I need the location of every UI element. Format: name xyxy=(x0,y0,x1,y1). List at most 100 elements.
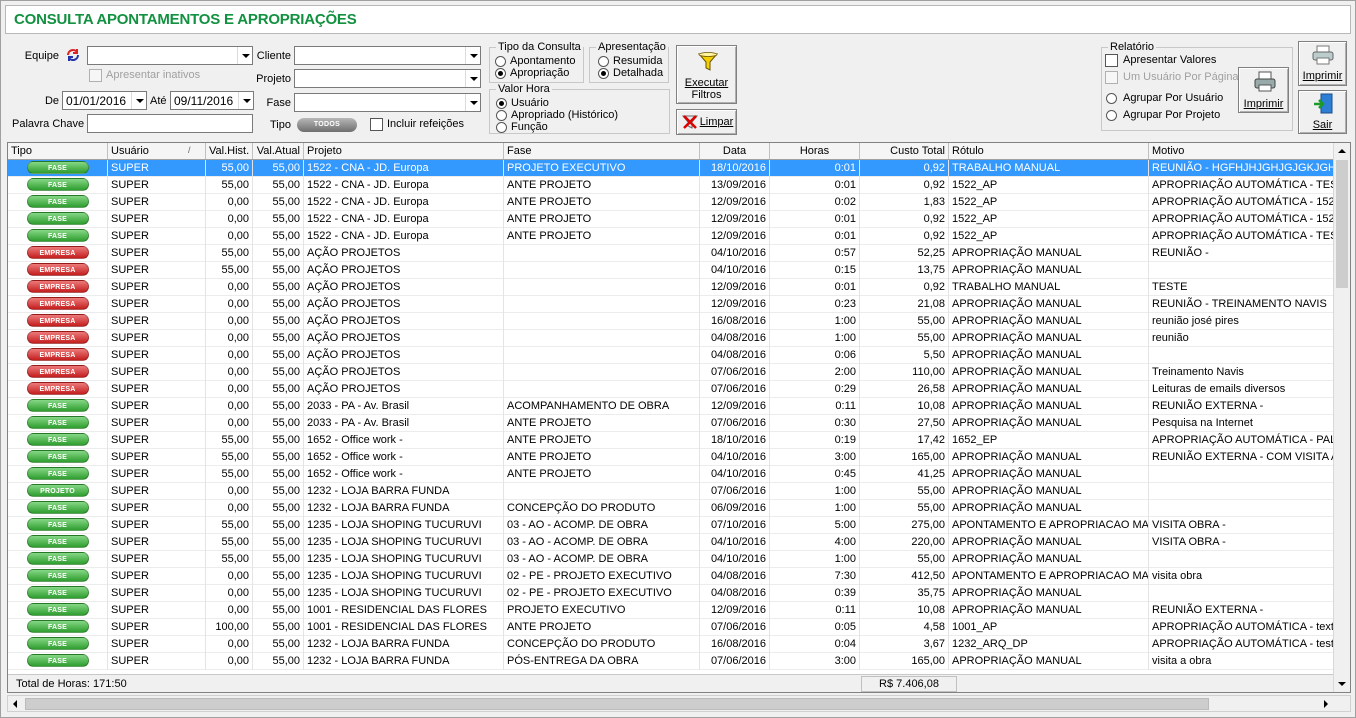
val-hist-cell: 0,00 xyxy=(206,194,253,211)
scroll-left-arrow-icon[interactable] xyxy=(13,700,17,708)
table-row[interactable]: FASE SUPER 100,00 55,00 1001 - RESIDENCIAL D… xyxy=(8,619,1334,636)
fase-cell: ANTE PROJETO xyxy=(504,415,700,432)
um-usuario-checkbox[interactable] xyxy=(1105,71,1118,84)
radio-resumida[interactable] xyxy=(598,56,609,67)
chevron-down-icon[interactable] xyxy=(131,92,146,109)
table-row[interactable]: FASE SUPER 0,00 55,00 1522 - CNA - JD. Europ… xyxy=(8,194,1334,211)
sair-button[interactable]: Sair xyxy=(1298,90,1347,134)
table-row[interactable]: FASE SUPER 55,00 55,00 1652 - Office work -A… xyxy=(8,466,1334,483)
table-row[interactable]: EMPRESA SUPER 0,00 55,00 AÇÃO PROJETOS 12/09/… xyxy=(8,296,1334,313)
radio-usuario[interactable] xyxy=(496,98,507,109)
radio-detalhada[interactable] xyxy=(598,68,609,79)
table-row[interactable]: FASE SUPER 0,00 55,00 1522 - CNA - JD. Europ… xyxy=(8,228,1334,245)
imprimir-button[interactable]: Imprimir xyxy=(1298,41,1347,86)
table-row[interactable]: FASE SUPER 55,00 55,00 1652 - Office work -A… xyxy=(8,449,1334,466)
table-row[interactable]: FASE SUPER 0,00 55,00 1522 - CNA - JD. Europ… xyxy=(8,211,1334,228)
radio-agrupar-projeto[interactable] xyxy=(1106,110,1117,121)
fase-combo[interactable] xyxy=(294,93,481,112)
radio-apropriado[interactable] xyxy=(496,110,507,121)
table-row[interactable]: FASE SUPER 0,00 55,00 1232 - LOJA BARRA FUND… xyxy=(8,653,1334,670)
projeto-cell: AÇÃO PROJETOS xyxy=(304,262,504,279)
table-row[interactable]: EMPRESA SUPER 55,00 55,00 AÇÃO PROJETOS 04/10… xyxy=(8,245,1334,262)
table-row[interactable]: EMPRESA SUPER 0,00 55,00 AÇÃO PROJETOS 16/08/… xyxy=(8,313,1334,330)
projeto-combo[interactable] xyxy=(294,69,481,88)
radio-apropriacao[interactable] xyxy=(495,68,506,79)
val-atual-cell: 55,00 xyxy=(253,517,304,534)
scroll-down-arrow-icon[interactable] xyxy=(1338,682,1346,686)
table-row[interactable]: FASE SUPER 0,00 55,00 1001 - RESIDENCIAL DAS… xyxy=(8,602,1334,619)
chevron-down-icon[interactable] xyxy=(465,47,480,64)
motivo-cell xyxy=(1149,483,1334,500)
radio-agrupar-usuario[interactable] xyxy=(1106,93,1117,104)
date-to-picker[interactable]: 09/11/2016 xyxy=(170,91,254,110)
motivo-cell: REUNIÃO EXTERNA - COM VISITA A xyxy=(1149,449,1334,466)
palavra-chave-input[interactable] xyxy=(87,114,253,133)
column-header-rotulo[interactable]: Rótulo xyxy=(949,143,1149,159)
column-header-val-atual[interactable]: Val.Atual xyxy=(253,143,304,159)
table-row[interactable]: EMPRESA SUPER 0,00 55,00 AÇÃO PROJETOS 07/06/… xyxy=(8,364,1334,381)
projeto-cell: AÇÃO PROJETOS xyxy=(304,279,504,296)
imprimir-relatorio-button[interactable]: Imprimir xyxy=(1238,67,1289,113)
table-row[interactable]: FASE SUPER 55,00 55,00 1652 - Office work -A… xyxy=(8,432,1334,449)
equipe-combo[interactable] xyxy=(87,46,253,65)
table-row[interactable]: FASE SUPER 0,00 55,00 1235 - LOJA SHOPING TU… xyxy=(8,585,1334,602)
table-row[interactable]: EMPRESA SUPER 0,00 55,00 AÇÃO PROJETOS 04/08/… xyxy=(8,347,1334,364)
radio-funcao[interactable] xyxy=(496,122,507,133)
val-hist-cell: 0,00 xyxy=(206,500,253,517)
chevron-down-icon[interactable] xyxy=(465,94,480,111)
column-header-horas[interactable]: Horas xyxy=(770,143,860,159)
column-header-tipo[interactable]: Tipo xyxy=(8,143,108,159)
horizontal-scrollbar[interactable] xyxy=(7,695,1351,712)
table-row[interactable]: EMPRESA SUPER 0,00 55,00 AÇÃO PROJETOS 04/08/… xyxy=(8,330,1334,347)
tipo-cell: EMPRESA xyxy=(8,262,108,279)
table-row[interactable]: FASE SUPER 55,00 55,00 1235 - LOJA SHOPING T… xyxy=(8,517,1334,534)
column-header-fase[interactable]: Fase xyxy=(504,143,700,159)
val-atual-cell: 55,00 xyxy=(253,296,304,313)
hscroll-thumb[interactable] xyxy=(25,698,1209,710)
executar-filtros-button[interactable]: Executar Filtros xyxy=(676,45,737,104)
limpar-button[interactable]: Limpar xyxy=(676,109,737,135)
column-header-projeto[interactable]: Projeto xyxy=(304,143,504,159)
agrupar-usuario-label: Agrupar Por Usuário xyxy=(1123,92,1224,104)
incluir-refeicoes-checkbox[interactable] xyxy=(370,118,383,131)
column-header-custo-total[interactable]: Custo Total xyxy=(860,143,949,159)
column-header-val-hist[interactable]: Val.Hist. xyxy=(206,143,253,159)
horas-cell: 0:01 xyxy=(770,211,860,228)
radio-apontamento[interactable] xyxy=(495,56,506,67)
table-row[interactable]: FASE SUPER 0,00 55,00 2033 - PA - Av. Brasil… xyxy=(8,398,1334,415)
projeto-cell: 1522 - CNA - JD. Europa xyxy=(304,160,504,177)
table-row[interactable]: PROJETO SUPER 0,00 55,00 1232 - LOJA BARRA F… xyxy=(8,483,1334,500)
table-row[interactable]: EMPRESA SUPER 0,00 55,00 AÇÃO PROJETOS 12/09/… xyxy=(8,279,1334,296)
date-from-picker[interactable]: 01/01/2016 xyxy=(62,91,147,110)
apresentar-valores-checkbox[interactable] xyxy=(1105,54,1118,67)
scroll-thumb[interactable] xyxy=(1336,160,1348,288)
column-header-motivo[interactable]: Motivo xyxy=(1149,143,1334,159)
table-row[interactable]: FASE SUPER 55,00 55,00 1235 - LOJA SHOPING T… xyxy=(8,534,1334,551)
vertical-scrollbar[interactable] xyxy=(1333,143,1350,692)
table-row[interactable]: FASE SUPER 0,00 55,00 1232 - LOJA BARRA FUND… xyxy=(8,500,1334,517)
table-row[interactable]: FASE SUPER 55,00 55,00 1522 - CNA - JD. Euro… xyxy=(8,177,1334,194)
chevron-down-icon[interactable] xyxy=(237,47,252,64)
table-row[interactable]: EMPRESA SUPER 55,00 55,00 AÇÃO PROJETOS 04/10… xyxy=(8,262,1334,279)
table-row[interactable]: FASE SUPER 0,00 55,00 2033 - PA - Av. Brasil… xyxy=(8,415,1334,432)
motivo-cell xyxy=(1149,262,1334,279)
custo-total-cell: 55,00 xyxy=(860,551,949,568)
table-row[interactable]: EMPRESA SUPER 0,00 55,00 AÇÃO PROJETOS 07/06/… xyxy=(8,381,1334,398)
table-row[interactable]: FASE SUPER 0,00 55,00 1235 - LOJA SHOPING TU… xyxy=(8,568,1334,585)
table-row[interactable]: FASE SUPER 55,00 55,00 1235 - LOJA SHOPING T… xyxy=(8,551,1334,568)
apresentar-inativos-checkbox[interactable] xyxy=(89,69,102,82)
tipo-toggle[interactable]: TODOS xyxy=(297,118,357,132)
tipo-badge: FASE xyxy=(26,569,89,582)
table-row[interactable]: FASE SUPER 0,00 55,00 1232 - LOJA BARRA FUND… xyxy=(8,636,1334,653)
refresh-icon[interactable] xyxy=(65,47,81,63)
column-header-data[interactable]: Data xyxy=(700,143,770,159)
table-row[interactable]: FASE SUPER 55,00 55,00 1522 - CNA - JD. Euro… xyxy=(8,160,1334,177)
fase-cell: CONCEPÇÃO DO PRODUTO xyxy=(504,636,700,653)
results-grid[interactable]: Tipo Usuário Val.Hist. Val.Atual Projeto Fase… xyxy=(7,142,1351,693)
scroll-up-arrow-icon[interactable] xyxy=(1338,149,1346,153)
cliente-combo[interactable] xyxy=(294,46,481,65)
chevron-down-icon[interactable] xyxy=(465,70,480,87)
custo-total-cell: 0,92 xyxy=(860,160,949,177)
column-header-usuario[interactable]: Usuário xyxy=(108,143,206,159)
scroll-right-arrow-icon[interactable] xyxy=(1324,700,1328,708)
